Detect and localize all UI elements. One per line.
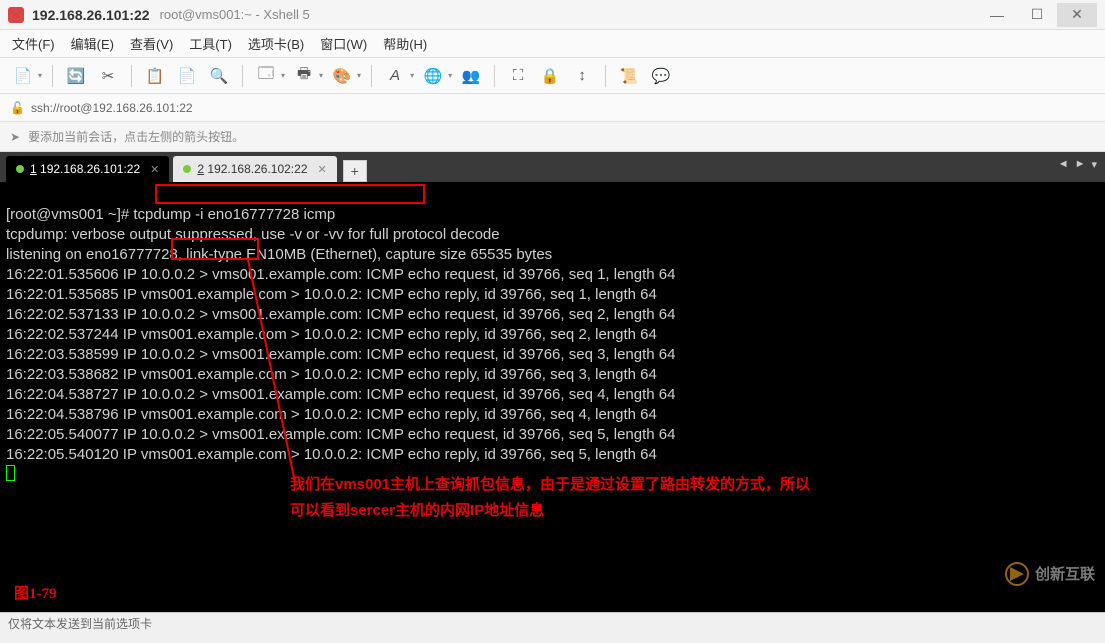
lock-icon[interactable]: 🔒: [537, 63, 563, 89]
paste-icon[interactable]: 📄: [174, 63, 200, 89]
disconnect-icon[interactable]: ✂: [95, 63, 121, 89]
output-line: listening on eno16777728, link-type EN10…: [6, 246, 552, 263]
minimize-button[interactable]: —: [977, 3, 1017, 27]
output-line: 16:22:05.540120 IP vms001.example.com > …: [6, 446, 657, 463]
app-icon: [8, 7, 24, 23]
annotation-text: 我们在vms001主机上查询抓包信息，由于是通过设置了路由转发的方式，所以 可以…: [290, 472, 850, 524]
output-line: 16:22:04.538727 IP 10.0.0.2 > vms001.exa…: [6, 386, 675, 403]
tab-next-icon[interactable]: ►: [1075, 158, 1086, 171]
hintbar: ➤ 要添加当前会话，点击左侧的箭头按钮。: [0, 122, 1105, 152]
command-text: tcpdump -i eno16777728 icmp: [133, 206, 335, 223]
close-button[interactable]: ✕: [1057, 3, 1097, 27]
output-line: 16:22:03.538599 IP 10.0.0.2 > vms001.exa…: [6, 346, 675, 363]
maximize-button[interactable]: ☐: [1017, 3, 1057, 27]
lock-small-icon: 🔓: [10, 101, 25, 115]
hint-text: 要添加当前会话，点击左侧的箭头按钮。: [28, 128, 244, 145]
window-subtitle: root@vms001:~ - Xshell 5: [160, 7, 310, 22]
addressbar: 🔓 ssh://root@192.168.26.101:22: [0, 94, 1105, 122]
tab-prev-icon[interactable]: ◄: [1058, 158, 1069, 171]
output-line: tcpdump: verbose output suppressed, use …: [6, 226, 500, 243]
output-line: 16:22:01.535606 IP 10.0.0.2 > vms001.exa…: [6, 266, 675, 283]
tab-close-icon[interactable]: ✕: [150, 163, 159, 176]
annotation-box-command: [155, 184, 425, 204]
menu-tabs[interactable]: 选项卡(B): [248, 34, 304, 53]
menu-file[interactable]: 文件(F): [12, 34, 55, 53]
fullscreen-icon[interactable]: ⛶: [505, 63, 531, 89]
output-line: 16:22:01.535685 IP vms001.example.com > …: [6, 286, 657, 303]
window-title: 192.168.26.101:22: [32, 7, 150, 23]
watermark: 创新互联: [1005, 562, 1095, 586]
menu-tools[interactable]: 工具(T): [189, 34, 232, 53]
copy-icon[interactable]: 📋: [142, 63, 168, 89]
menu-edit[interactable]: 编辑(E): [71, 34, 114, 53]
watermark-text: 创新互联: [1035, 565, 1095, 584]
tab-add-button[interactable]: +: [343, 160, 367, 182]
tab2-label: 192.168.26.102:22: [207, 162, 307, 176]
window-controls: — ☐ ✕: [977, 3, 1097, 27]
reconnect-icon[interactable]: 🔄: [63, 63, 89, 89]
annotation-line1: 我们在vms001主机上查询抓包信息，由于是通过设置了路由转发的方式，所以: [290, 472, 850, 498]
font-icon[interactable]: A: [382, 63, 408, 89]
terminal[interactable]: [root@vms001 ~]# tcpdump -i eno16777728 …: [0, 182, 1105, 612]
terminal-cursor: [6, 465, 15, 481]
toolbar: 📄▾ 🔄 ✂ 📋 📄 🔍 🗔▾ 🖶▾ 🎨▾ A▾ 🌐▾ 👥 ⛶ 🔒 ↕ 📜 💬: [0, 58, 1105, 94]
menu-window[interactable]: 窗口(W): [320, 34, 367, 53]
chat-icon[interactable]: 💬: [648, 63, 674, 89]
color-icon[interactable]: 🎨: [329, 63, 355, 89]
users-icon[interactable]: 👥: [458, 63, 484, 89]
tab-session-1[interactable]: 1 192.168.26.101:22 ✕: [6, 156, 169, 182]
tab-nav: ◄ ► ▾: [1058, 158, 1097, 171]
menu-view[interactable]: 查看(V): [130, 34, 173, 53]
arrow-icon[interactable]: ➤: [10, 130, 20, 144]
script-icon[interactable]: 📜: [616, 63, 642, 89]
output-line: 16:22:04.538796 IP vms001.example.com > …: [6, 406, 657, 423]
encoding-icon[interactable]: 🌐: [420, 63, 446, 89]
tabbar: 1 192.168.26.101:22 ✕ 2 192.168.26.102:2…: [0, 152, 1105, 182]
tab1-label: 192.168.26.101:22: [40, 162, 140, 176]
address-url[interactable]: ssh://root@192.168.26.101:22: [31, 101, 193, 115]
output-line: 16:22:05.540077 IP 10.0.0.2 > vms001.exa…: [6, 426, 675, 443]
menu-help[interactable]: 帮助(H): [383, 34, 427, 53]
output-line: 16:22:03.538682 IP vms001.example.com > …: [6, 366, 657, 383]
tab-session-2[interactable]: 2 192.168.26.102:22 ✕: [173, 156, 336, 182]
watermark-icon: [1005, 562, 1029, 586]
menubar: 文件(F) 编辑(E) 查看(V) 工具(T) 选项卡(B) 窗口(W) 帮助(…: [0, 30, 1105, 58]
tab-close-icon[interactable]: ✕: [318, 163, 327, 176]
status-dot-icon: [183, 165, 191, 173]
search-icon[interactable]: 🔍: [206, 63, 232, 89]
new-session-icon[interactable]: 📄: [10, 63, 36, 89]
transfer-icon[interactable]: ↕: [569, 63, 595, 89]
print-icon[interactable]: 🖶: [291, 63, 317, 89]
tab-list-icon[interactable]: ▾: [1091, 158, 1097, 171]
annotation-line2: 可以看到sercer主机的内网IP地址信息: [290, 498, 850, 524]
output-line: 16:22:02.537133 IP 10.0.0.2 > vms001.exa…: [6, 306, 675, 323]
statusbar: 仅将文本发送到当前选项卡: [0, 612, 1105, 634]
titlebar: 192.168.26.101:22 root@vms001:~ - Xshell…: [0, 0, 1105, 30]
output-line: 16:22:02.537244 IP vms001.example.com > …: [6, 326, 657, 343]
figure-label: 图1-79: [14, 585, 57, 604]
status-text: 仅将文本发送到当前选项卡: [8, 615, 152, 632]
prompt: [root@vms001 ~]#: [6, 206, 133, 223]
properties-icon[interactable]: 🗔: [253, 63, 279, 89]
status-dot-icon: [16, 165, 24, 173]
